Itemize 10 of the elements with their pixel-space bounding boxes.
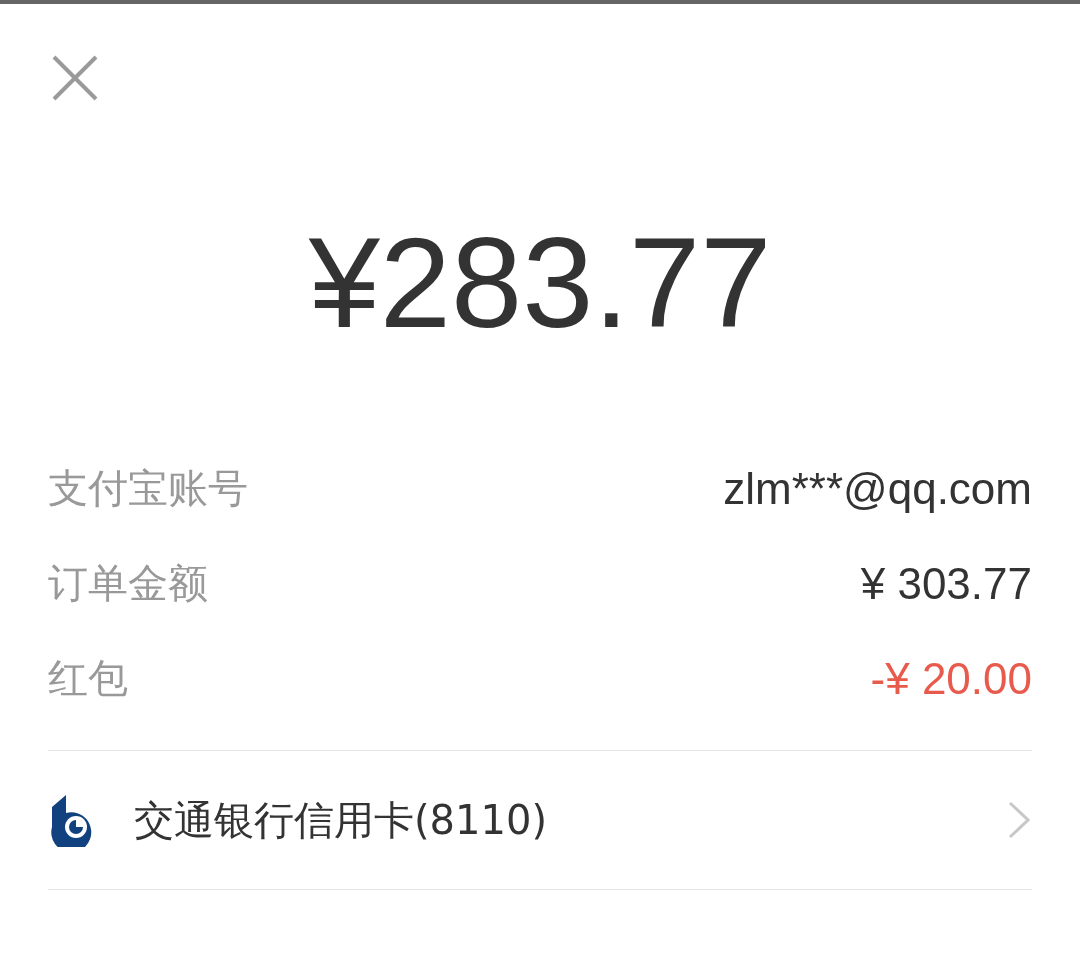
payment-amount: ¥283.77 [307, 213, 773, 353]
detail-label: 红包 [48, 654, 128, 703]
detail-value: ¥ 303.77 [860, 558, 1032, 609]
detail-label: 支付宝账号 [48, 464, 248, 513]
close-icon[interactable] [52, 55, 98, 101]
payment-method-item[interactable]: 交通银行信用卡(8110) [48, 751, 1032, 890]
chevron-right-icon [1008, 801, 1030, 839]
detail-label: 订单金额 [48, 559, 208, 608]
detail-value: -¥ 20.00 [870, 653, 1032, 704]
detail-value: zlm***@qq.com [723, 463, 1032, 514]
